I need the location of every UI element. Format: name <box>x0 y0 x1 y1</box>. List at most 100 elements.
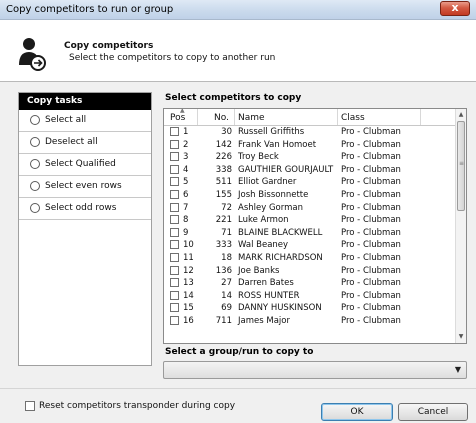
row-checkbox[interactable] <box>170 164 179 174</box>
table-row[interactable]: 6 155 Josh Bissonnette Pro - Clubman <box>164 189 456 202</box>
cell-no: 333 <box>215 240 232 251</box>
cell-pos: 11 <box>183 252 194 263</box>
row-checkbox[interactable] <box>170 139 179 149</box>
task-item[interactable]: Select all <box>19 110 151 132</box>
table-row[interactable]: 5 511 Elliot Gardner Pro - Clubman <box>164 176 456 189</box>
row-checkbox[interactable] <box>170 215 179 225</box>
scroll-thumb[interactable]: ≡ <box>457 121 465 211</box>
cell-name: Elliot Gardner <box>238 177 297 188</box>
target-heading: Select a group/run to copy to <box>165 347 314 357</box>
close-icon: x <box>451 1 459 14</box>
cell-class: Pro - Clubman <box>341 189 401 200</box>
row-checkbox[interactable] <box>170 127 179 136</box>
row-checkbox[interactable] <box>170 303 179 313</box>
row-checkbox[interactable] <box>170 252 179 262</box>
row-checkbox[interactable] <box>170 315 179 325</box>
cell-no: 226 <box>215 152 232 163</box>
row-checkbox[interactable] <box>170 202 179 212</box>
table-row[interactable]: 11 18 MARK RICHARDSON Pro - Clubman <box>164 252 456 265</box>
grip-icon: ≡ <box>459 160 465 167</box>
table-row[interactable]: 16 711 James Major Pro - Clubman <box>164 315 456 328</box>
column-header-no[interactable]: No. <box>214 113 229 123</box>
cell-pos: 5 <box>183 177 189 188</box>
cell-name: Ashley Gorman <box>238 202 303 213</box>
scroll-down-icon[interactable]: ▼ <box>456 331 466 343</box>
row-checkbox[interactable] <box>170 227 179 237</box>
cell-no: 72 <box>221 202 232 213</box>
scroll-up-icon[interactable]: ▲ <box>456 109 466 121</box>
cell-name: Darren Bates <box>238 278 294 289</box>
column-divider <box>337 109 338 125</box>
radio-icon[interactable] <box>30 181 40 191</box>
cell-no: 221 <box>215 215 232 226</box>
cancel-button[interactable]: Cancel <box>398 403 468 421</box>
table-row[interactable]: 7 72 Ashley Gorman Pro - Clubman <box>164 202 456 215</box>
cell-class: Pro - Clubman <box>341 177 401 188</box>
radio-icon[interactable] <box>30 115 40 125</box>
competitors-grid[interactable]: ▲ Pos No. Name Class 1 30 Russell Griffith… <box>163 108 467 344</box>
table-row[interactable]: 1 30 Russell Griffiths Pro - Clubman <box>164 126 456 139</box>
cell-name: Russell Griffiths <box>238 127 305 137</box>
header-title: Copy competitors <box>64 41 154 51</box>
task-item[interactable]: Select odd rows <box>19 198 151 220</box>
ok-button[interactable]: OK <box>321 403 393 421</box>
cell-name: MARK RICHARDSON <box>238 252 323 263</box>
radio-icon[interactable] <box>30 203 40 213</box>
reset-transponder-checkbox[interactable] <box>25 401 35 411</box>
row-checkbox[interactable] <box>170 177 179 187</box>
cell-name: GAUTHIER GOURJAULT <box>238 164 334 175</box>
cell-no: 338 <box>215 164 232 175</box>
row-checkbox[interactable] <box>170 189 179 199</box>
row-checkbox[interactable] <box>170 265 179 275</box>
cell-pos: 8 <box>183 215 189 226</box>
vertical-scrollbar[interactable]: ▲ ≡ ▼ <box>455 109 466 343</box>
table-row[interactable]: 15 69 DANNY HUSKINSON Pro - Clubman <box>164 302 456 315</box>
table-row[interactable]: 2 142 Frank Van Homoet Pro - Clubman <box>164 139 456 152</box>
grid-header: ▲ Pos No. Name Class <box>164 109 456 126</box>
column-header-pos[interactable]: Pos <box>170 113 185 123</box>
cell-class: Pro - Clubman <box>341 127 401 137</box>
reset-transponder-label: Reset competitors transponder during cop… <box>39 401 236 411</box>
table-row[interactable]: 13 27 Darren Bates Pro - Clubman <box>164 277 456 290</box>
row-checkbox[interactable] <box>170 290 179 300</box>
task-item-label: Select odd rows <box>45 203 117 213</box>
column-header-class[interactable]: Class <box>341 113 365 123</box>
target-run-select[interactable]: ▼ <box>163 361 467 379</box>
table-row[interactable]: 3 226 Troy Beck Pro - Clubman <box>164 151 456 164</box>
cell-class: Pro - Clubman <box>341 152 401 163</box>
cell-no: 511 <box>215 177 232 188</box>
cell-class: Pro - Clubman <box>341 290 401 301</box>
cell-pos: 4 <box>183 164 189 175</box>
row-checkbox[interactable] <box>170 152 179 162</box>
cell-class: Pro - Clubman <box>341 315 401 326</box>
cell-name: Wal Beaney <box>238 240 289 251</box>
cell-pos: 7 <box>183 202 189 213</box>
table-row[interactable]: 10 333 Wal Beaney Pro - Clubman <box>164 239 456 252</box>
cell-no: 142 <box>215 139 232 150</box>
task-item-label: Deselect all <box>45 137 98 147</box>
row-checkbox[interactable] <box>170 278 179 288</box>
table-row[interactable]: 14 14 ROSS HUNTER Pro - Clubman <box>164 290 456 303</box>
table-row[interactable]: 4 338 GAUTHIER GOURJAULT Pro - Clubman <box>164 164 456 177</box>
column-divider <box>420 109 421 125</box>
task-item[interactable]: Deselect all <box>19 132 151 154</box>
cell-class: Pro - Clubman <box>341 252 401 263</box>
close-button[interactable]: x <box>440 1 470 16</box>
table-row[interactable]: 8 221 Luke Armon Pro - Clubman <box>164 214 456 227</box>
task-item[interactable]: Select Qualified <box>19 154 151 176</box>
person-copy-icon <box>19 38 46 71</box>
cell-class: Pro - Clubman <box>341 164 401 175</box>
window-title: Copy competitors to run or group <box>6 4 174 15</box>
cell-name: Troy Beck <box>238 152 279 163</box>
column-header-name[interactable]: Name <box>238 113 265 123</box>
table-row[interactable]: 9 71 BLAINE BLACKWELL Pro - Clubman <box>164 227 456 240</box>
grid-rows: 1 30 Russell Griffiths Pro - Clubman 2 142 Fra… <box>164 126 456 328</box>
radio-icon[interactable] <box>30 137 40 147</box>
table-row[interactable]: 12 136 Joe Banks Pro - Clubman <box>164 265 456 278</box>
task-item[interactable]: Select even rows <box>19 176 151 198</box>
radio-icon[interactable] <box>30 159 40 169</box>
cell-no: 30 <box>221 127 232 137</box>
cell-no: 18 <box>221 252 232 263</box>
row-checkbox[interactable] <box>170 240 179 250</box>
cell-name: DANNY HUSKINSON <box>238 303 322 314</box>
